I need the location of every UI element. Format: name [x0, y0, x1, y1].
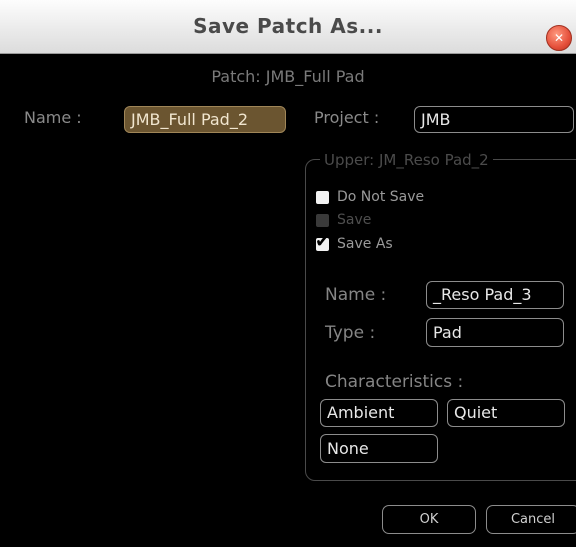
project-label: Project : — [314, 108, 380, 127]
type-field[interactable]: Pad — [426, 318, 564, 347]
characteristic-3-field[interactable]: None — [320, 434, 438, 463]
ok-button[interactable]: OK — [382, 505, 476, 534]
title-bar: Save Patch As... ✕ — [0, 0, 576, 54]
upper-group-title: Upper: JM_Reso Pad_2 — [320, 151, 493, 169]
cancel-button[interactable]: Cancel — [486, 505, 576, 534]
name-label: Name : — [24, 108, 82, 127]
save-as-label: Save As — [337, 236, 393, 252]
patch-label: Patch: JMB_Full Pad — [211, 67, 365, 86]
close-icon[interactable]: ✕ — [546, 25, 572, 51]
do-not-save-label: Do Not Save — [337, 189, 425, 205]
checkmark-icon: ✔ — [315, 230, 331, 252]
save-as-option[interactable]: ✔ Save As — [315, 231, 393, 253]
save-as-checkbox[interactable]: ✔ — [315, 231, 330, 252]
patch-name-field[interactable]: JMB_Full Pad_2 — [124, 106, 286, 133]
dialog-title: Save Patch As... — [193, 14, 383, 38]
type-label: Type : — [325, 323, 376, 343]
upper-name-label: Name : — [325, 285, 387, 305]
do-not-save-checkbox[interactable] — [316, 190, 329, 204]
upper-name-field[interactable]: _Reso Pad_3 — [426, 281, 564, 309]
save-option: Save — [316, 212, 371, 228]
save-checkbox — [316, 213, 329, 227]
characteristic-2-field[interactable]: Quiet — [447, 399, 565, 427]
project-field[interactable]: JMB — [414, 106, 574, 133]
do-not-save-option[interactable]: Do Not Save — [316, 189, 424, 205]
characteristic-1-field[interactable]: Ambient — [320, 399, 438, 427]
save-label: Save — [337, 212, 372, 228]
characteristics-label: Characteristics : — [325, 372, 464, 392]
